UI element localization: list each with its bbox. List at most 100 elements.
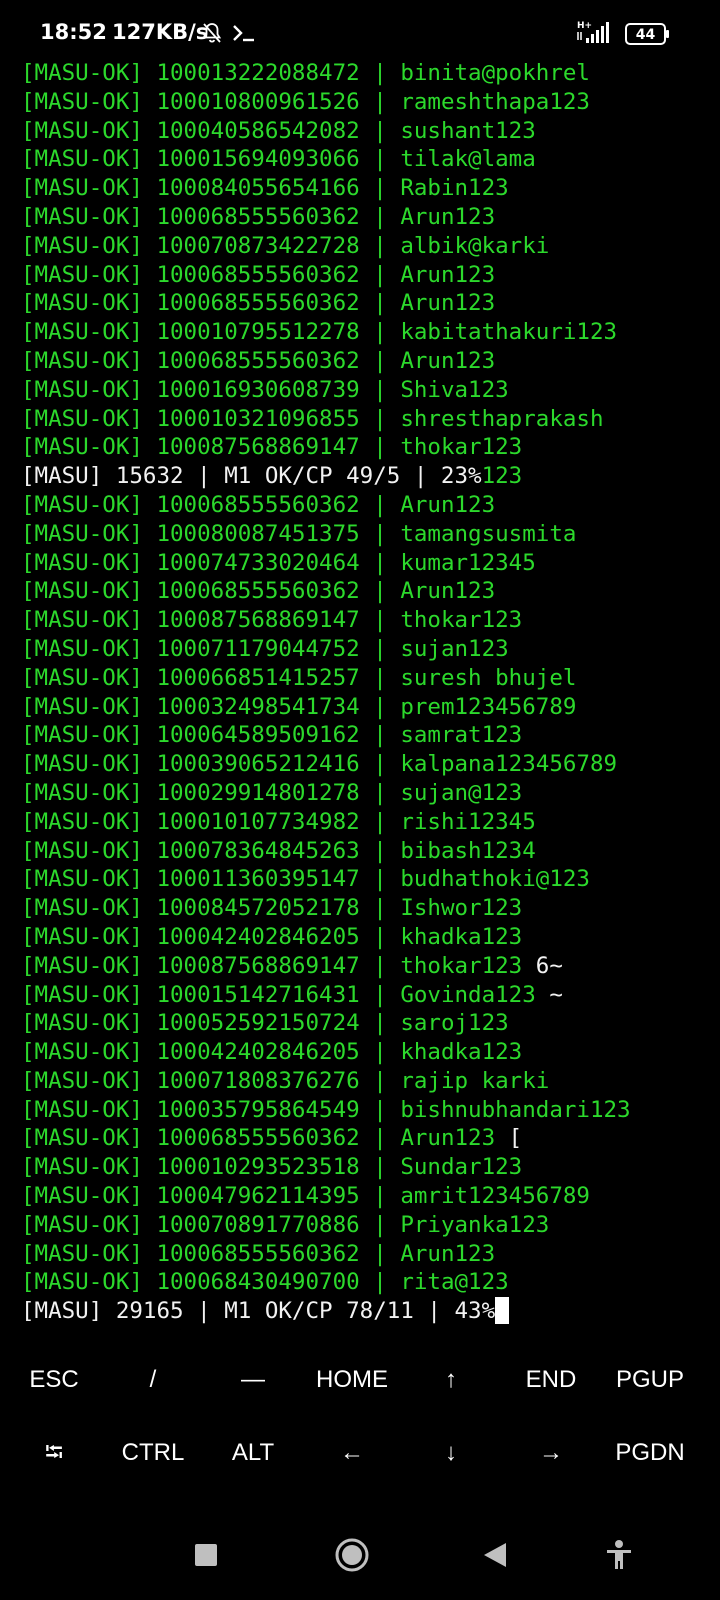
- key-ctrl[interactable]: CTRL: [122, 1418, 185, 1488]
- ok-result-line: [MASU-OK] 100015142716431 | Govinda123 ~: [21, 981, 711, 1010]
- ok-result-line: [MASU-OK] 100068555560362 | Arun123: [21, 261, 711, 290]
- result-id: 100068555560362: [156, 1125, 360, 1152]
- status-bar: 18:52 127KB/s H+ 44: [0, 0, 720, 66]
- ok-result-line: [MASU-OK] 100064589509162 | samrat123: [21, 721, 711, 750]
- result-password: Sundar123: [400, 1154, 523, 1181]
- result-id: 100010321096855: [156, 405, 360, 432]
- accessibility-icon[interactable]: [594, 1530, 644, 1580]
- result-password: Rabin123: [400, 175, 509, 202]
- result-tag: [MASU-OK]: [21, 203, 143, 230]
- key-down[interactable]: ↓: [445, 1418, 457, 1488]
- key-esc[interactable]: ESC: [29, 1345, 78, 1415]
- result-tag: [MASU-OK]: [21, 376, 143, 403]
- result-tag: [MASU-OK]: [21, 232, 143, 259]
- result-password: thokar123: [400, 952, 523, 979]
- navigation-bar: [0, 1510, 720, 1600]
- result-id: 100087568869147: [156, 952, 360, 979]
- result-separator: |: [373, 405, 387, 432]
- ok-result-line: [MASU-OK] 100087568869147 | thokar123: [21, 433, 711, 462]
- result-tag: [MASU-OK]: [21, 175, 143, 202]
- recents-square-icon[interactable]: [181, 1530, 231, 1580]
- result-separator: |: [373, 722, 387, 749]
- result-tag: [MASU-OK]: [21, 60, 143, 86]
- result-password: saroj123: [400, 1010, 509, 1037]
- extra-keys-row-1: ESC / — HOME ↑ END PGUP: [0, 1345, 720, 1415]
- signal-icon: H+: [574, 18, 614, 50]
- ok-result-line: [MASU-OK] 100047962114395 | amrit1234567…: [21, 1182, 711, 1211]
- result-separator: |: [373, 1183, 387, 1210]
- result-password: Arun123: [400, 203, 496, 230]
- result-id: 100040586542082: [156, 117, 360, 144]
- mute-bell-icon: [200, 21, 224, 49]
- result-separator: |: [373, 779, 387, 806]
- result-separator: |: [373, 1240, 387, 1267]
- result-id: 100029914801278: [156, 779, 360, 806]
- result-id: 100010107734982: [156, 808, 360, 835]
- result-id: 100068555560362: [156, 203, 360, 230]
- home-circle-icon[interactable]: [327, 1530, 377, 1580]
- ok-result-line: [MASU-OK] 100068555560362 | Arun123: [21, 203, 711, 232]
- result-id: 100068555560362: [156, 491, 360, 518]
- result-separator: |: [373, 376, 387, 403]
- result-password: kalpana123456789: [400, 751, 618, 778]
- ok-result-line: [MASU-OK] 100035795864549 | bishnubhanda…: [21, 1096, 711, 1125]
- result-tag: [MASU-OK]: [21, 607, 143, 634]
- result-tag: [MASU-OK]: [21, 808, 143, 835]
- result-id: 100010800961526: [156, 88, 360, 115]
- key-up[interactable]: ↑: [445, 1345, 457, 1415]
- result-id: 100068555560362: [156, 290, 360, 317]
- result-separator: |: [373, 491, 387, 518]
- result-tag: [MASU-OK]: [21, 722, 143, 749]
- result-password: Arun123: [400, 290, 496, 317]
- line-overlay-text: [: [495, 1125, 523, 1152]
- status-time: 18:52: [40, 20, 107, 44]
- result-id: 100052592150724: [156, 1010, 360, 1037]
- result-password: rishi12345: [400, 808, 536, 835]
- result-password: samrat123: [400, 722, 523, 749]
- result-separator: |: [373, 261, 387, 288]
- result-password: rajip karki: [400, 1067, 550, 1094]
- result-id: 100047962114395: [156, 1183, 360, 1210]
- progress-text: [MASU] 29165 | M1 OK/CP 78/11 | 43%: [21, 1298, 496, 1325]
- key-alt[interactable]: ALT: [232, 1418, 274, 1488]
- result-id: 100035795864549: [156, 1096, 360, 1123]
- result-tag: [MASU-OK]: [21, 520, 143, 547]
- key-home[interactable]: HOME: [316, 1345, 388, 1415]
- back-triangle-icon[interactable]: [470, 1530, 520, 1580]
- result-password: sujan@123: [400, 779, 523, 806]
- result-separator: |: [373, 1125, 387, 1152]
- key-pgup[interactable]: PGUP: [616, 1345, 684, 1415]
- ok-result-line: [MASU-OK] 100068430490700 | rita@123: [21, 1268, 711, 1297]
- ok-result-line: [MASU-OK] 100068555560362 | Arun123: [21, 347, 711, 376]
- key-slash[interactable]: /: [150, 1345, 157, 1415]
- result-id: 100071179044752: [156, 635, 360, 662]
- key-right[interactable]: →: [539, 1418, 563, 1488]
- result-id: 100080087451375: [156, 520, 360, 547]
- line-overlay-text: 6~: [522, 952, 563, 979]
- result-id: 100015142716431: [156, 981, 360, 1008]
- key-dash[interactable]: —: [241, 1345, 265, 1415]
- result-tag: [MASU-OK]: [21, 347, 143, 374]
- result-separator: |: [373, 1067, 387, 1094]
- result-password: rameshthapa123: [400, 88, 590, 115]
- key-tab[interactable]: ⭾: [45, 1418, 63, 1488]
- result-tag: [MASU-OK]: [21, 1096, 143, 1123]
- result-separator: |: [373, 808, 387, 835]
- result-tag: [MASU-OK]: [21, 578, 143, 605]
- terminal-output[interactable]: [MASU-OK] 100013222088472 | binita@pokhr…: [21, 59, 711, 1337]
- key-pgdn[interactable]: PGDN: [615, 1418, 684, 1488]
- ok-result-line: [MASU-OK] 100016930608739 | Shiva123: [21, 376, 711, 405]
- terminal-prompt-icon: [231, 22, 257, 48]
- ok-result-line: [MASU-OK] 100066851415257 | suresh bhuje…: [21, 664, 711, 693]
- ok-result-line: [MASU-OK] 100039065212416 | kalpana12345…: [21, 750, 711, 779]
- result-password: sujan123: [400, 635, 509, 662]
- result-id: 100032498541734: [156, 693, 360, 720]
- result-tag: [MASU-OK]: [21, 1125, 143, 1152]
- result-separator: |: [373, 520, 387, 547]
- key-left[interactable]: ←: [340, 1418, 364, 1488]
- key-end[interactable]: END: [526, 1345, 577, 1415]
- result-password: Ishwor123: [400, 895, 523, 922]
- result-separator: |: [373, 664, 387, 691]
- result-password: Arun123: [400, 578, 496, 605]
- ok-result-line: [MASU-OK] 100010795512278 | kabitathakur…: [21, 318, 711, 347]
